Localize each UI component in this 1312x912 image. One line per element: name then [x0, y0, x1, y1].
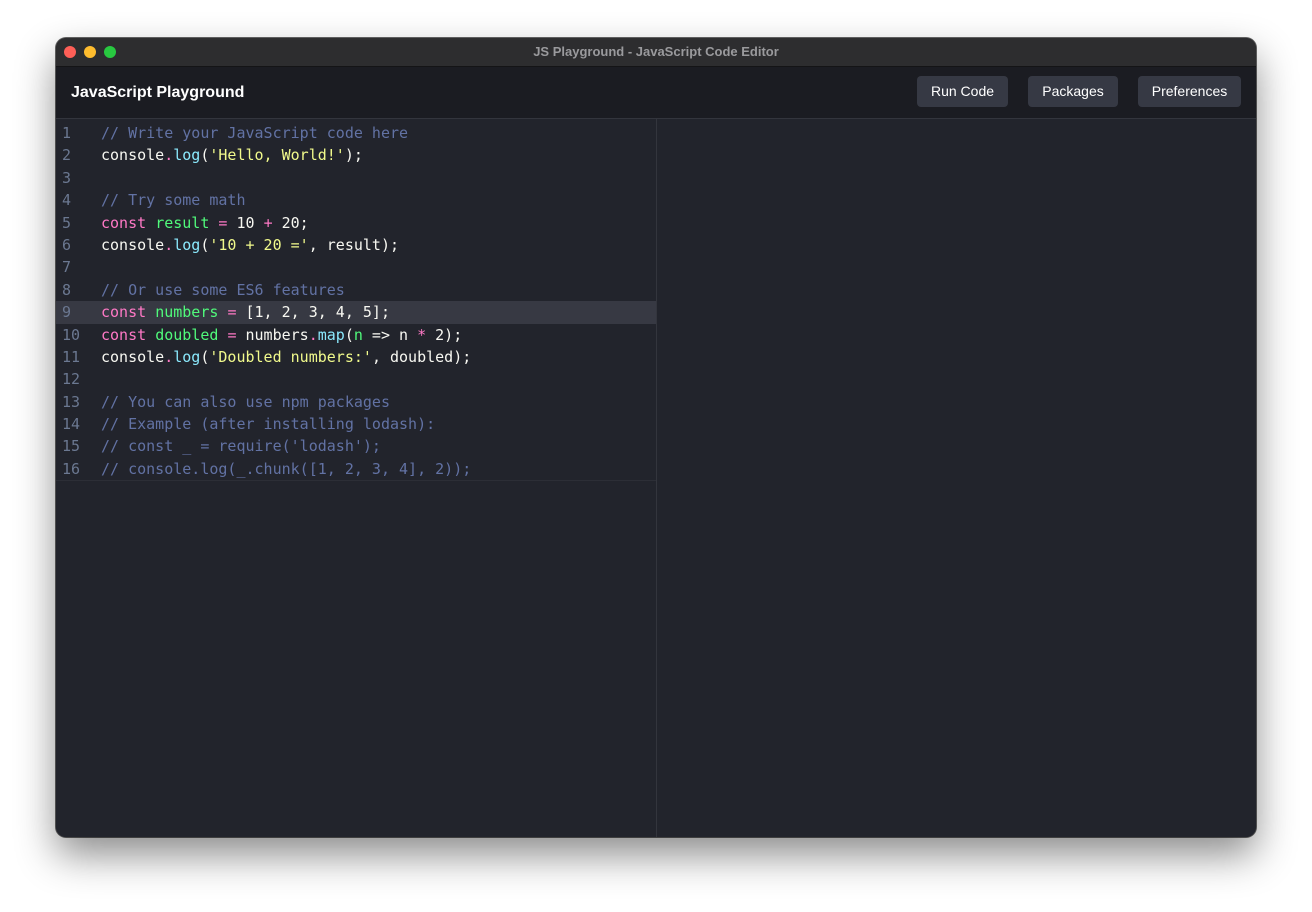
code-token: +: [263, 213, 273, 232]
code-area[interactable]: 1 // Write your JavaScript code here 2 cons…: [56, 119, 656, 482]
line-number: 13: [62, 392, 81, 411]
code-token: result: [155, 213, 210, 232]
code-token: // const _ = require('lodash');: [101, 437, 381, 456]
code-line[interactable]: 3: [56, 167, 656, 189]
code-token: , result);: [308, 235, 400, 254]
line-code: console.log('10 + 20 =', result);: [101, 234, 399, 256]
line-number: 10: [62, 325, 81, 344]
code-token: .: [164, 146, 174, 165]
line-number: 15: [62, 437, 81, 456]
packages-button[interactable]: Packages: [1028, 76, 1118, 107]
code-line[interactable]: 7: [56, 256, 656, 278]
code-token: (: [344, 325, 354, 344]
code-line[interactable]: 12: [56, 368, 656, 390]
code-token: // Example (after installing lodash):: [101, 415, 436, 434]
code-line[interactable]: 10 const doubled = numbers.map(n => n * 2…: [56, 324, 656, 346]
line-code: // Try some math: [101, 189, 246, 211]
app-window: JS Playground - JavaScript Code Editor J…: [56, 38, 1256, 837]
code-line[interactable]: 15 // const _ = require('lodash');: [56, 435, 656, 457]
code-line[interactable]: 16 // console.log(_.chunk([1, 2, 3, 4], 2…: [56, 458, 656, 480]
code-token: );: [344, 146, 363, 165]
code-line[interactable]: 14 // Example (after installing lodash):: [56, 413, 656, 435]
code-token: const: [101, 303, 147, 322]
line-code: console.log('Hello, World!');: [101, 144, 363, 166]
code-line[interactable]: 1 // Write your JavaScript code here: [56, 122, 656, 144]
line-number: 6: [62, 235, 72, 254]
code-token: .: [164, 235, 174, 254]
code-token: , doubled);: [371, 347, 472, 366]
code-token: 'Hello, World!': [209, 146, 345, 165]
code-token: n: [353, 325, 363, 344]
line-number: 8: [62, 280, 72, 299]
code-token: // Write your JavaScript code here: [101, 124, 409, 142]
line-number: 14: [62, 415, 81, 434]
line-code: const result = 10 + 20;: [101, 212, 309, 234]
line-number: 4: [62, 191, 72, 210]
code-line[interactable]: 4 // Try some math: [56, 189, 656, 211]
line-code: // console.log(_.chunk([1, 2, 3, 4], 2))…: [101, 458, 471, 480]
code-token: log: [173, 146, 201, 165]
line-code: const doubled = numbers.map(n => n * 2);: [101, 324, 462, 346]
code-line[interactable]: 8 // Or use some ES6 features: [56, 279, 656, 301]
code-line[interactable]: 2 console.log('Hello, World!');: [56, 144, 656, 166]
code-token: const: [101, 325, 147, 344]
code-token: *: [417, 325, 427, 344]
code-token: 10: [227, 213, 264, 232]
code-token: doubled: [155, 325, 219, 344]
code-token: numbers: [236, 325, 309, 344]
line-number: 7: [62, 258, 72, 277]
line-number: 12: [62, 370, 81, 389]
code-line[interactable]: 13 // You can also use npm packages: [56, 391, 656, 413]
line-code: // Example (after installing lodash):: [101, 413, 435, 435]
code-editor[interactable]: 1 // Write your JavaScript code here 2 cons…: [56, 119, 657, 837]
line-number: 5: [62, 213, 72, 232]
code-line[interactable]: 9 const numbers = [1, 2, 3, 4, 5];: [56, 301, 656, 324]
code-token: 20;: [272, 213, 309, 232]
line-code: // You can also use npm packages: [101, 391, 390, 413]
code-token: // You can also use npm packages: [101, 392, 390, 411]
line-code: // Or use some ES6 features: [101, 279, 345, 301]
output-panel: [657, 119, 1256, 837]
app-header: JavaScript Playground Run Code Packages …: [56, 67, 1256, 119]
run-code-button[interactable]: Run Code: [917, 76, 1008, 107]
code-token: log: [173, 347, 201, 366]
code-token: console: [101, 347, 165, 366]
code-token: '10 + 20 =': [209, 235, 309, 254]
code-token: [1, 2, 3, 4, 5];: [236, 303, 390, 322]
code-token: numbers: [155, 303, 219, 322]
code-token: => n: [362, 325, 418, 344]
code-token: // console.log(_.chunk([1, 2, 3, 4], 2))…: [101, 459, 472, 478]
line-number: 1: [62, 124, 72, 142]
code-token: log: [173, 235, 201, 254]
code-token: .: [308, 325, 318, 344]
line-code: // Write your JavaScript code here: [101, 122, 408, 144]
app-title: JavaScript Playground: [71, 84, 245, 101]
code-token: 'Doubled numbers:': [209, 347, 372, 366]
title-bar: JS Playground - JavaScript Code Editor: [56, 38, 1256, 67]
code-line[interactable]: 5 const result = 10 + 20;: [56, 212, 656, 234]
code-token: const: [101, 213, 147, 232]
code-token: map: [317, 325, 345, 344]
line-code: console.log('Doubled numbers:', doubled)…: [101, 346, 471, 368]
line-number: 2: [62, 146, 72, 165]
code-token: console: [101, 146, 165, 165]
window-title: JS Playground - JavaScript Code Editor: [533, 44, 779, 59]
line-number: 9: [62, 303, 72, 322]
code-line[interactable]: 6 console.log('10 + 20 =', result);: [56, 234, 656, 256]
line-number: 3: [62, 168, 72, 187]
code-token: .: [164, 347, 174, 366]
code-token: // Or use some ES6 features: [101, 280, 345, 299]
line-number: 11: [62, 347, 81, 366]
line-code: const numbers = [1, 2, 3, 4, 5];: [101, 301, 390, 323]
line-number: 16: [62, 459, 81, 478]
line-code: // const _ = require('lodash');: [101, 435, 381, 457]
code-token: 2);: [426, 325, 463, 344]
preferences-button[interactable]: Preferences: [1138, 76, 1241, 107]
code-token: // Try some math: [101, 191, 246, 210]
code-token: console: [101, 235, 165, 254]
code-line[interactable]: 11 console.log('Doubled numbers:', double…: [56, 346, 656, 368]
